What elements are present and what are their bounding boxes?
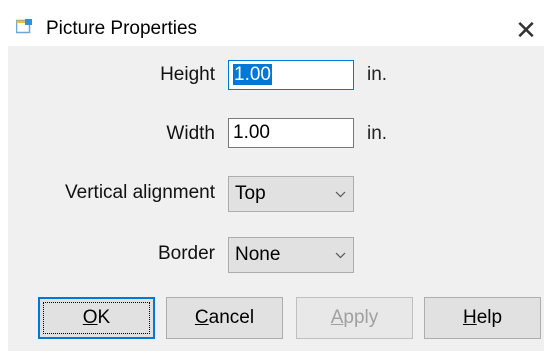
ok-button-label: OK (82, 307, 111, 328)
close-button[interactable]: ✕ (508, 12, 544, 48)
width-unit-label: in. (367, 123, 388, 144)
cancel-button[interactable]: Cancel (166, 297, 283, 339)
help-button-label: Help (462, 307, 503, 328)
vertical-alignment-selected: Top (235, 183, 266, 204)
dialog-window: Picture Properties ✕ Height 1.00 in. Wid… (0, 0, 550, 357)
height-input[interactable]: 1.00 (228, 60, 354, 90)
vertical-alignment-label: Vertical alignment (65, 182, 215, 203)
help-button[interactable]: Help (424, 297, 541, 339)
apply-button[interactable]: Apply (296, 297, 413, 339)
width-input[interactable]: 1.00 (228, 118, 354, 148)
border-label: Border (157, 243, 215, 264)
close-icon: ✕ (515, 14, 537, 45)
chevron-down-icon (333, 177, 347, 211)
apply-button-label: Apply (330, 307, 379, 328)
height-value: 1.00 (233, 64, 272, 85)
border-dropdown[interactable]: None (228, 237, 354, 273)
window-title: Picture Properties (46, 18, 198, 39)
picture-app-icon (15, 19, 32, 35)
height-label: Height (160, 64, 215, 85)
width-value: 1.00 (233, 122, 270, 143)
cancel-button-label: Cancel (194, 307, 255, 328)
border-selected: None (235, 244, 281, 265)
chevron-down-icon (333, 238, 347, 272)
vertical-alignment-dropdown[interactable]: Top (228, 176, 354, 212)
height-unit-label: in. (367, 64, 388, 85)
ok-button[interactable]: OK (38, 297, 155, 339)
width-label: Width (166, 123, 215, 144)
